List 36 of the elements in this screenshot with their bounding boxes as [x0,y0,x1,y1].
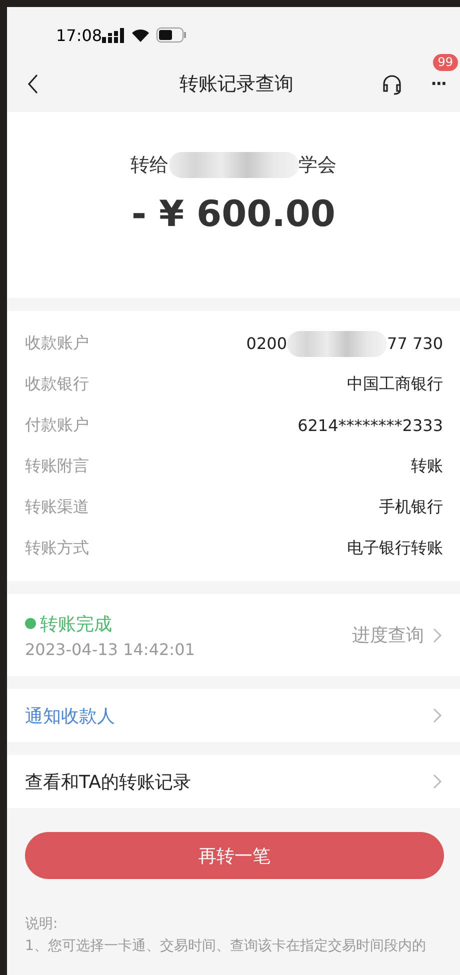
field-value: 转账 [411,456,443,477]
field-label: 转账渠道 [25,497,89,516]
chevron-right-icon [433,774,442,789]
field-value: 中国工商银行 [347,374,443,395]
chevron-right-icon [433,628,442,642]
field-value: 手机银行 [379,497,443,518]
field-label: 转账附言 [25,456,89,475]
link-row[interactable]: 查看和TA的转账记录 [7,755,460,808]
field-label: 付款账户 [25,415,89,434]
notes-title: 说明: [25,915,59,933]
field-value: 0200 [246,334,288,353]
transfer-amount: - ¥ 600.00 [132,194,336,235]
back-icon[interactable] [27,74,39,94]
notification-badge: 99 [432,54,458,71]
transfer-time: 2023-04-13 14:42:01 [25,640,195,658]
link-row[interactable]: 通知收款人 [7,689,460,742]
more-menu-button[interactable]: ··· [430,74,446,93]
battery-icon [156,27,188,43]
field-label: 收款银行 [25,374,89,393]
signal-icon [102,28,126,42]
notes-text: 1、您可选择一卡通、交易时间、查询该卡在指定交易时间段内的 [25,937,427,955]
recipient-name: 学会 [298,153,336,178]
field-value: 6214********2333 [298,416,443,435]
transfer-again-button[interactable]: 再转一笔 [25,832,444,879]
status-text: 转账完成 [40,612,112,636]
wifi-icon [132,28,150,42]
headset-icon[interactable] [380,72,403,94]
field-label: 收款账户 [25,333,89,352]
field-value: 电子银行转账 [347,538,443,559]
clock-time: 17:08 [56,26,102,44]
field-label: 转账方式 [25,538,89,557]
page-title: 转账记录查询 [180,72,294,96]
field-value: 77 730 [387,334,443,353]
chevron-right-icon [433,708,442,723]
recipient-label: 转给 [130,153,168,178]
progress-query-link[interactable]: 进度查询 [352,623,442,647]
